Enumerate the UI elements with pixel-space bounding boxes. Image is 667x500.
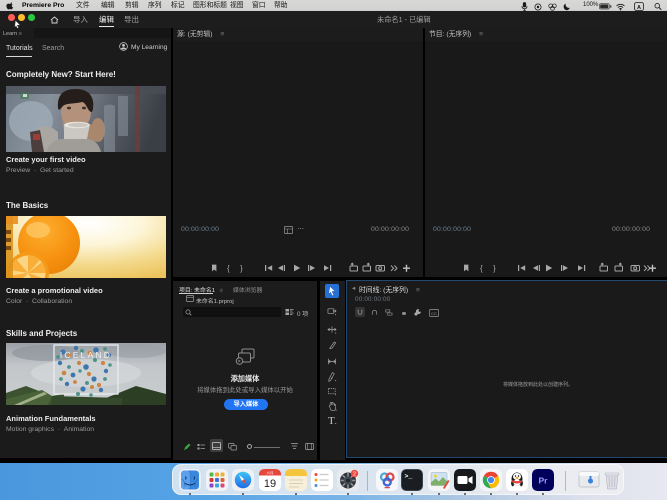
svg-text:2: 2 [353,471,356,477]
svg-text:Pr: Pr [539,476,549,486]
svg-text:{: { [480,264,483,273]
svg-text:}: } [240,264,243,273]
svg-text:六月: 六月 [267,470,274,475]
svg-text:ICELAND: ICELAND [60,350,112,360]
svg-text:}: } [493,264,496,273]
svg-text:{: { [227,264,230,273]
svg-text:19: 19 [264,478,276,490]
svg-text:CC: CC [431,311,437,316]
svg-text:>_: >_ [405,473,413,480]
